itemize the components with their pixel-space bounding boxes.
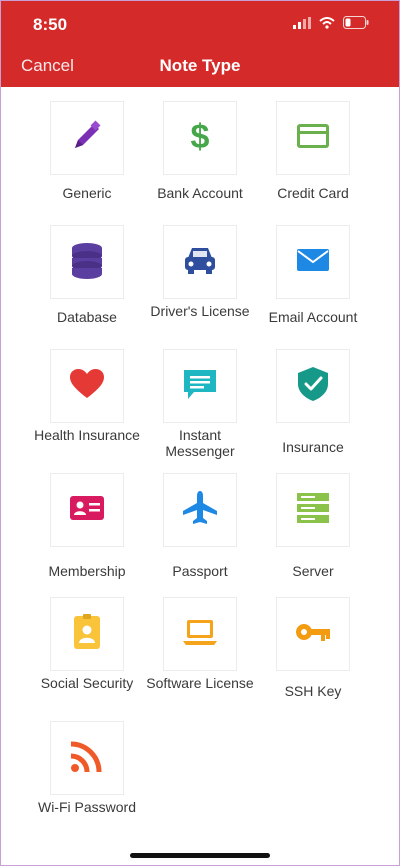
rss-icon <box>67 736 107 781</box>
note-type-wifi-password[interactable]: Wi-Fi Password <box>31 721 143 815</box>
airplane-icon <box>180 488 220 533</box>
note-type-label: Membership <box>48 563 126 579</box>
badge-person-icon <box>67 612 107 657</box>
tile <box>276 225 350 299</box>
note-type-label: Health Insurance <box>34 427 140 443</box>
home-indicator <box>130 853 270 858</box>
tile <box>163 597 237 671</box>
cellular-signal-icon <box>293 16 311 34</box>
tile <box>50 473 124 547</box>
header-bar: 8:50 Cancel Note Type <box>1 1 399 87</box>
database-icon <box>67 240 107 285</box>
note-type-label: SSH Key <box>284 683 342 699</box>
note-type-label: Database <box>57 309 117 325</box>
laptop-icon <box>180 612 220 657</box>
note-type-label: Server <box>292 563 334 579</box>
note-type-label: Instant Messenger <box>165 427 235 459</box>
tile <box>163 349 237 423</box>
id-card-icon <box>67 488 107 533</box>
note-type-ssh-key[interactable]: SSH Key <box>257 597 369 699</box>
key-icon <box>293 612 333 657</box>
tile <box>50 349 124 423</box>
note-type-bank-account[interactable]: $ Bank Account <box>144 101 256 201</box>
status-icons <box>293 16 369 34</box>
svg-text:$: $ <box>191 118 210 156</box>
page-title: Note Type <box>159 56 241 75</box>
battery-icon <box>343 16 369 34</box>
tile <box>50 225 124 299</box>
note-type-generic[interactable]: Generic <box>31 101 143 201</box>
credit-card-icon <box>293 116 333 161</box>
server-icon <box>293 488 333 533</box>
note-type-label: Software License <box>146 675 254 691</box>
note-type-drivers-license[interactable]: Driver's License <box>144 225 256 319</box>
note-type-credit-card[interactable]: Credit Card <box>257 101 369 201</box>
note-type-database[interactable]: Database <box>31 225 143 325</box>
note-type-label: Generic <box>62 185 112 201</box>
tile <box>276 101 350 175</box>
status-time: 8:50 <box>33 15 68 34</box>
tile <box>50 721 124 795</box>
note-type-membership[interactable]: Membership <box>31 473 143 579</box>
note-type-label: Social Security <box>40 675 134 691</box>
note-type-label: Credit Card <box>277 185 349 201</box>
note-type-label: Insurance <box>282 439 344 455</box>
tile: $ <box>163 101 237 175</box>
tile <box>276 473 350 547</box>
note-type-social-security[interactable]: Social Security <box>31 597 143 691</box>
tile <box>163 225 237 299</box>
car-icon <box>180 240 220 285</box>
note-type-passport[interactable]: Passport <box>144 473 256 579</box>
tile <box>50 597 124 671</box>
wifi-icon <box>319 16 335 34</box>
note-type-server[interactable]: Server <box>257 473 369 579</box>
heart-icon <box>67 364 107 409</box>
note-type-insurance[interactable]: Insurance <box>257 349 369 455</box>
chat-bubble-icon <box>180 364 220 409</box>
note-type-label: Passport <box>172 563 228 579</box>
shield-check-icon <box>293 364 333 409</box>
note-type-instant-messenger[interactable]: Instant Messenger <box>144 349 256 459</box>
tile <box>276 597 350 671</box>
note-type-label: Email Account <box>268 309 358 325</box>
note-type-email-account[interactable]: Email Account <box>257 225 369 325</box>
tile <box>163 473 237 547</box>
note-type-label: Driver's License <box>150 303 250 319</box>
note-type-health-insurance[interactable]: Health Insurance <box>31 349 143 443</box>
tile <box>50 101 124 175</box>
envelope-icon <box>293 240 333 285</box>
pencil-icon <box>67 116 107 161</box>
note-type-label: Wi-Fi Password <box>37 799 136 815</box>
tile <box>276 349 350 423</box>
note-type-label: Bank Account <box>157 185 243 201</box>
dollar-icon: $ <box>180 116 220 161</box>
note-type-software-license[interactable]: Software License <box>144 597 256 691</box>
app-window: 8:50 Cancel Note Type Generic $ Bank Acc… <box>0 0 400 866</box>
